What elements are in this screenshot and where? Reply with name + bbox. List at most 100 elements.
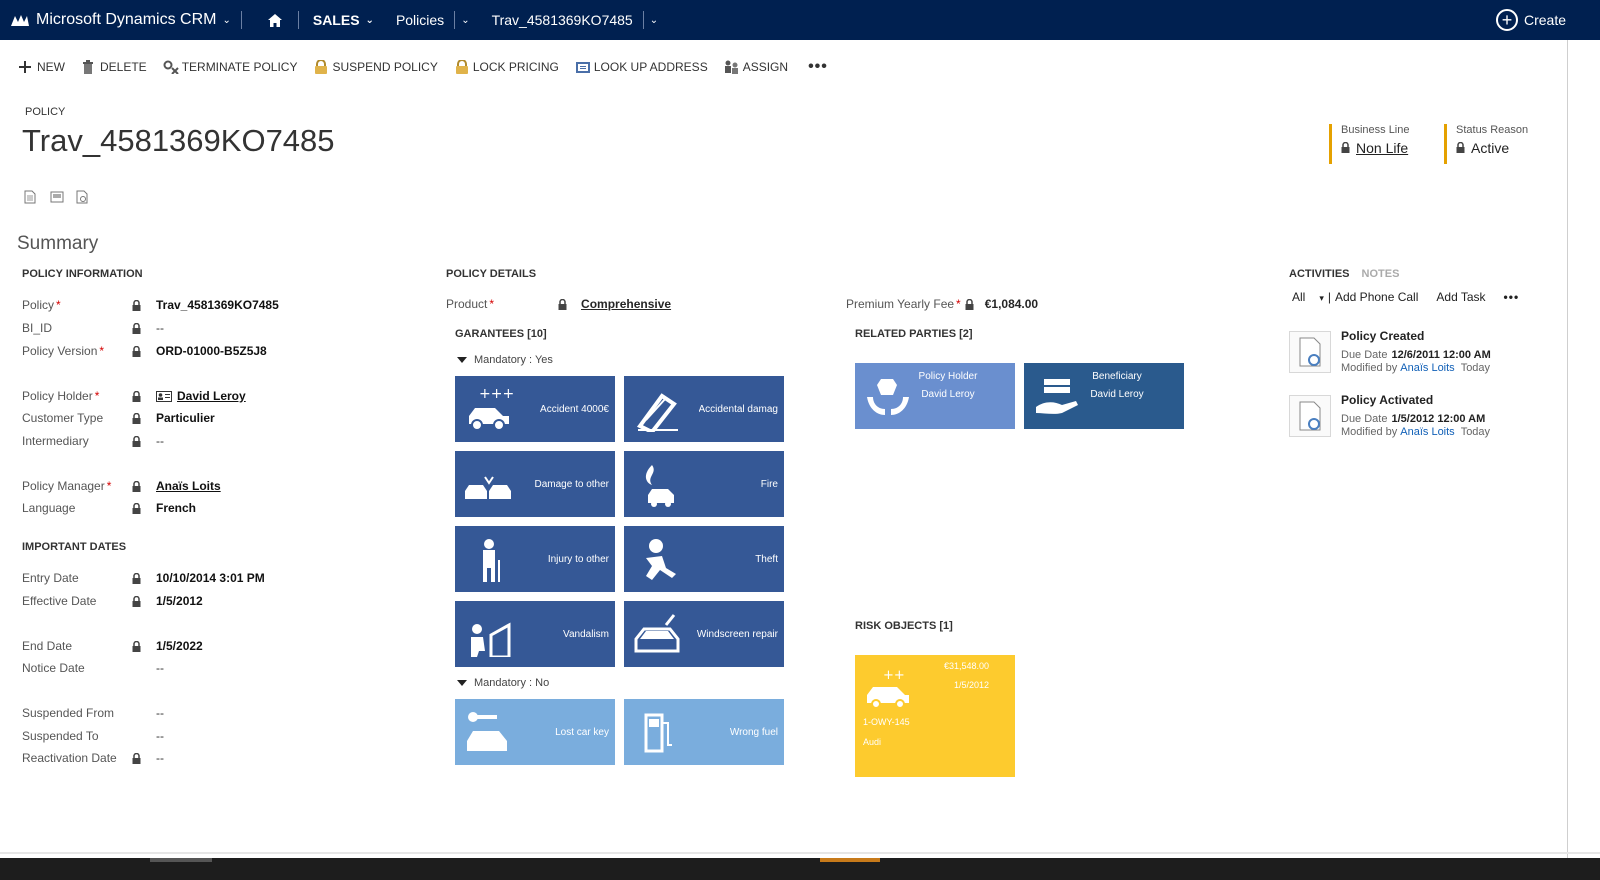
more-commands-button[interactable]: ••• <box>808 58 828 76</box>
delete-label: DELETE <box>100 60 147 74</box>
home-icon[interactable] <box>262 0 288 40</box>
important-dates-title: IMPORTANT DATES <box>22 541 127 553</box>
due-value: 12/6/2011 12:00 AM <box>1391 349 1491 360</box>
risk-object-tile[interactable]: ++ €31,548.00 1/5/2012 1-OWY-145 Audi <box>855 655 1015 777</box>
guarantee-tile-lost-car-key[interactable]: Lost car key <box>455 699 615 765</box>
tab-activities[interactable]: ACTIVITIES <box>1289 268 1350 280</box>
field-label-text: Policy Manager <box>22 479 105 493</box>
guarantee-label: Accidental damag <box>698 404 779 415</box>
field-label: Entry Date <box>22 571 132 585</box>
footer-divider <box>0 852 1600 854</box>
modified-when: Today <box>1460 426 1491 438</box>
modified-by-link[interactable]: Anaïs Loits <box>1400 426 1454 438</box>
car-plus-icon: +++ <box>469 386 513 431</box>
modified-by-link[interactable]: Anaïs Loits <box>1400 362 1454 374</box>
field-label-text: Intermediary <box>22 434 89 448</box>
image-document-icon[interactable] <box>50 190 64 206</box>
tab-notes[interactable]: NOTES <box>1362 268 1400 280</box>
activity-item[interactable]: Policy Created Due Date 12/6/2011 12:00 A… <box>1289 329 1549 377</box>
activity-title[interactable]: Policy Activated <box>1341 393 1433 407</box>
create-button[interactable]: + Create <box>1495 0 1566 40</box>
activities-filter-select[interactable]: All ▾ <box>1292 290 1324 304</box>
fuel-pump-icon <box>644 713 672 753</box>
guarantee-label: Wrong fuel <box>729 727 778 738</box>
triangle-down-icon <box>457 680 467 686</box>
status-reason-label: Status Reason <box>1456 124 1529 136</box>
guarantee-tile-accident[interactable]: +++ Accident 4000€ <box>455 376 615 442</box>
record-dropdown[interactable]: ⌄ <box>650 0 658 40</box>
field-label-text: Suspended From <box>22 706 115 720</box>
product-field: Product * Comprehensive <box>446 297 671 311</box>
suspend-policy-button[interactable]: SUSPEND POLICY <box>313 60 438 74</box>
terminate-policy-button[interactable]: TERMINATE POLICY <box>163 60 297 74</box>
nav-area-sales[interactable]: SALES ⌄ <box>309 0 378 40</box>
vandal-icon <box>471 622 511 657</box>
field-value[interactable]: David Leroy <box>177 389 246 403</box>
mandatory-no-toggle[interactable]: Mandatory : No <box>457 677 549 689</box>
document-icon[interactable] <box>24 190 38 206</box>
activity-due: Due Date 1/5/2012 12:00 AM <box>1341 413 1485 424</box>
modified-when: Today <box>1460 362 1491 374</box>
summary-tab-title: Summary <box>17 233 99 254</box>
field-label-text: Effective Date <box>22 594 97 608</box>
padlock-gold-icon <box>454 60 470 74</box>
fire-car-icon <box>645 465 674 507</box>
nav-record-label: Trav_4581369KO7485 <box>491 12 633 28</box>
field-label: Effective Date <box>22 594 132 608</box>
look-up-address-label: LOOK UP ADDRESS <box>593 60 708 74</box>
brand-menu[interactable]: Microsoft Dynamics CRM ⌄ <box>0 0 231 40</box>
nav-record[interactable]: Trav_4581369KO7485 <box>488 0 637 40</box>
field-label: Notice Date <box>22 661 132 675</box>
field-label-text: Reactivation Date <box>22 751 117 765</box>
new-label: NEW <box>37 60 65 74</box>
product-value-link[interactable]: Comprehensive <box>581 297 671 311</box>
lock-icon <box>132 640 156 652</box>
field-suspended-to[interactable]: Suspended To -- <box>22 727 164 745</box>
field-end-date: End Date 1/5/2022 <box>22 637 203 655</box>
document-settings-icon[interactable] <box>76 190 90 206</box>
field-label: Policy Holder * <box>22 389 132 403</box>
entity-dropdown[interactable]: ⌄ <box>461 0 469 40</box>
related-party-beneficiary[interactable]: Beneficiary David Leroy <box>1024 363 1184 429</box>
guarantee-tile-wrong-fuel[interactable]: Wrong fuel <box>624 699 784 765</box>
nav-entity-policies[interactable]: Policies <box>392 0 448 40</box>
guarantee-tile-windscreen-repair[interactable]: Windscreen repair <box>624 601 784 667</box>
risk-objects-title: RISK OBJECTS [1] <box>855 620 953 632</box>
thief-icon <box>646 539 676 580</box>
add-phone-call-button[interactable]: Add Phone Call <box>1335 290 1418 304</box>
business-line-field[interactable]: Non Life <box>1341 140 1410 156</box>
assign-button[interactable]: ASSIGN <box>724 60 788 74</box>
required-marker: * <box>106 479 112 493</box>
field-suspended-from[interactable]: Suspended From -- <box>22 704 164 722</box>
guarantee-label: Injury to other <box>547 554 609 565</box>
guarantee-tile-theft[interactable]: Theft <box>624 526 784 592</box>
required-marker: * <box>489 297 495 311</box>
new-button[interactable]: NEW <box>18 60 65 74</box>
look-up-address-button[interactable]: LOOK UP ADDRESS <box>575 60 708 74</box>
related-party-policy-holder[interactable]: Policy Holder David Leroy <box>855 363 1015 429</box>
guarantee-tile-accidental-damage[interactable]: Accidental damag <box>624 376 784 442</box>
lock-icon <box>132 752 156 764</box>
guarantee-tile-injury-to-other[interactable]: Injury to other <box>455 526 615 592</box>
mandatory-yes-toggle[interactable]: Mandatory : Yes <box>457 354 553 366</box>
guarantee-label: Damage to other <box>534 479 610 490</box>
guarantee-tile-vandalism[interactable]: Vandalism <box>455 601 615 667</box>
due-label: Due Date <box>1341 413 1388 424</box>
delete-button[interactable]: DELETE <box>81 60 147 74</box>
field-label: Suspended To <box>22 729 132 743</box>
field-value[interactable]: Anaïs Loits <box>156 479 221 493</box>
guarantee-tile-fire[interactable]: Fire <box>624 451 784 517</box>
activity-item[interactable]: Policy Activated Due Date 1/5/2012 12:00 … <box>1289 393 1549 441</box>
activity-title[interactable]: Policy Created <box>1341 329 1424 343</box>
car-key-icon <box>467 712 507 751</box>
field-value: 10/10/2014 3:01 PM <box>156 571 265 585</box>
business-line-value[interactable]: Non Life <box>1356 140 1408 156</box>
add-task-button[interactable]: Add Task <box>1436 290 1485 304</box>
more-activities-button[interactable]: ••• <box>1504 290 1520 304</box>
address-book-icon <box>575 60 591 74</box>
risk-amount: €31,548.00 <box>943 661 989 671</box>
field-notice-date[interactable]: Notice Date -- <box>22 659 164 677</box>
guarantee-tile-damage-to-other[interactable]: Damage to other <box>455 451 615 517</box>
lock-icon <box>132 345 156 357</box>
lock-pricing-button[interactable]: LOCK PRICING <box>454 60 559 74</box>
